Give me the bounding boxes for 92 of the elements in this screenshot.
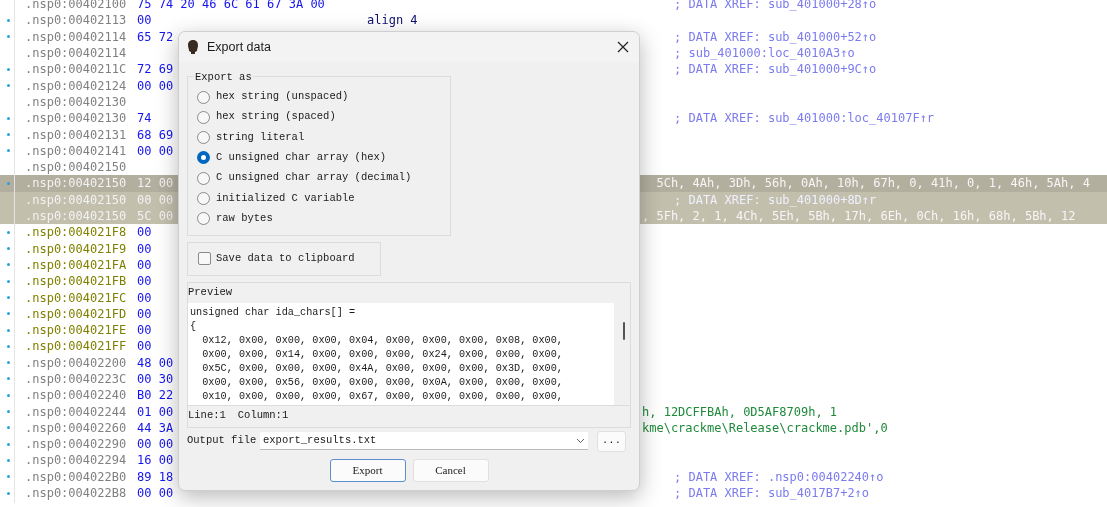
hex-bytes: 72 69 [137,62,174,77]
hex-bytes: 16 00 [137,453,174,468]
option-label: initialized C variable [216,190,355,206]
hex-bytes: 89 18 [137,469,174,484]
hex-bytes: 00 [137,241,152,256]
operand-text: kme\crackme\Release\crackme.pdb',0 [642,420,888,435]
hex-bytes: 00 00 [137,143,174,158]
address-text: .nsp0:0040223C [25,371,128,388]
address-text: .nsp0:00402113 [25,12,128,30]
address-text: .nsp0:00402290 [25,436,128,454]
address-text: .nsp0:004021FC [25,289,128,307]
xref-comment: ; DATA XREF: sub_401000+28↑o [674,0,877,12]
option-label: hex string (unspaced) [216,89,349,105]
field-label: Output file [187,433,258,449]
hex-bytes: 00 [137,290,152,305]
address-text: .nsp0:00402114 [25,28,128,46]
address-text: .nsp0:004022B0 [25,468,128,486]
code-line: unsigned char ida_chars[] = [190,305,357,320]
option-label: raw bytes [216,210,273,226]
operand-text: 5Ch, 4Ah, 3Dh, 56h, 0Ah, 10h, 67h, 0, 41h, 0, 1, 46h, 5Ah, 4 [655,176,1090,191]
hex-bytes: 44 3A [137,420,174,435]
option-label: hex string (spaced) [216,109,336,125]
option-label: string literal [216,129,305,145]
address-text: .nsp0:00402150 [25,208,128,225]
address-text: .nsp0:004021FD [25,305,128,323]
hex-bytes: 00 [137,339,152,354]
hex-bytes: 48 00 [137,355,174,370]
hex-bytes: 74 [137,111,152,126]
address-text: .nsp0:004021FA [25,256,128,274]
address-text: .nsp0:00402100 [25,0,128,14]
hex-bytes: 00 00 [137,192,174,207]
option-label: C unsigned char array (hex) [216,150,387,165]
address-text: .nsp0:00402150 [25,175,128,193]
address-text: .nsp0:00402200 [25,354,128,372]
hex-bytes: 12 00 [137,176,174,191]
code-line: 0x5C, 0x00, 0x00, 0x00, 0x4A, 0x00, 0x00, 0x00, 0x3D, 0x00, [201,361,564,376]
xref-comment: ; DATA XREF: sub_401000+9C↑o [674,62,877,77]
hex-bytes: 65 72 [137,29,174,44]
xref-comment: ; DATA XREF: .nsp0:00402240↑o [674,469,884,484]
instruction-text: align 4 [367,13,418,28]
address-text: .nsp0:00402150 [25,159,128,177]
address-text: .nsp0:00402130 [25,93,128,111]
address-text: .nsp0:00402130 [25,110,128,128]
code-line: 0x00, 0x00, 0x56, 0x00, 0x00, 0x00, 0x0A, 0x00, 0x00, 0x00, [201,375,564,390]
address-text: .nsp0:004022B8 [25,485,128,503]
xref-comment: ; sub_401000:loc_4010A3↑o [674,46,855,61]
address-text: .nsp0:004021F8 [25,224,128,242]
hex-bytes: 5C 00 [137,209,174,223]
address-text: .nsp0:004021FF [25,338,128,356]
address-text: .nsp0:00402244 [25,403,128,421]
hex-bytes: 00 [137,274,152,289]
cursor-position: Line:1 [188,408,226,424]
address-text: .nsp0:004021FB [25,273,128,291]
address-text: .nsp0:00402114 [25,45,128,63]
checkbox-label: Save data to clipboard [216,250,355,266]
hex-bytes: 00 [137,306,152,321]
hex-bytes: 68 69 [137,127,174,142]
operand-text: , 5Fh, 2, 1, 4Ch, 5Eh, 5Bh, 17h, 6Eh, 0Ch, 16h, 68h, 5Bh, 12 [642,209,1076,223]
address-text: .nsp0:00402150 [25,191,128,209]
address-text: .nsp0:00402124 [25,77,128,95]
hex-bytes: 00 [137,225,152,240]
hex-bytes: 75 74 20 46 6C 61 67 3A 00 [137,0,325,12]
address-text: .nsp0:00402141 [25,142,128,160]
xref-comment: ; DATA XREF: sub_401000+8D↑r [674,192,877,207]
hex-bytes: B0 22 [137,388,174,403]
address-text: .nsp0:004021FE [25,322,128,340]
hex-bytes: 00 00 [137,486,174,501]
hex-bytes: 00 00 [137,78,174,93]
address-text: .nsp0:00402294 [25,452,128,470]
hex-bytes: 01 00 [137,404,174,419]
hex-bytes: 00 [137,323,152,338]
address-text: .nsp0:00402260 [25,419,128,437]
address-text: .nsp0:00402240 [25,387,128,405]
address-text: .nsp0:004021F9 [25,240,128,258]
code-line: { [190,319,198,334]
option-label: C unsigned char array (decimal) [216,170,412,186]
code-line: 0x10, 0x00, 0x00, 0x00, 0x67, 0x00, 0x00, 0x00, 0x00, 0x00, [201,389,564,404]
window-title: Export data [207,38,271,56]
address-text: .nsp0:0040211C [25,61,128,79]
hex-bytes: 00 [137,13,152,28]
xref-comment: ; DATA XREF: sub_401000+52↑o [674,29,877,44]
hex-bytes: 00 30 [137,372,174,386]
hex-bytes: 00 [137,257,152,272]
section-label: Preview [188,284,233,300]
xref-comment: ; DATA XREF: sub_4017B7+2↑o [674,486,870,501]
code-line: 0x00, 0x00, 0x14, 0x00, 0x00, 0x00, 0x24, 0x00, 0x00, 0x00, [201,347,564,362]
hex-bytes: 00 00 [137,437,174,452]
address-text: .nsp0:00402131 [25,126,128,144]
xref-comment: ; DATA XREF: sub_401000:loc_40107F↑r [674,111,935,126]
operand-text: h, 12DCFFBAh, 0D5AF8709h, 1 [642,404,838,419]
code-line: 0x12, 0x00, 0x00, 0x00, 0x04, 0x00, 0x00, 0x00, 0x08, 0x00, [201,333,564,348]
cursor-position: Column:1 [237,408,289,424]
